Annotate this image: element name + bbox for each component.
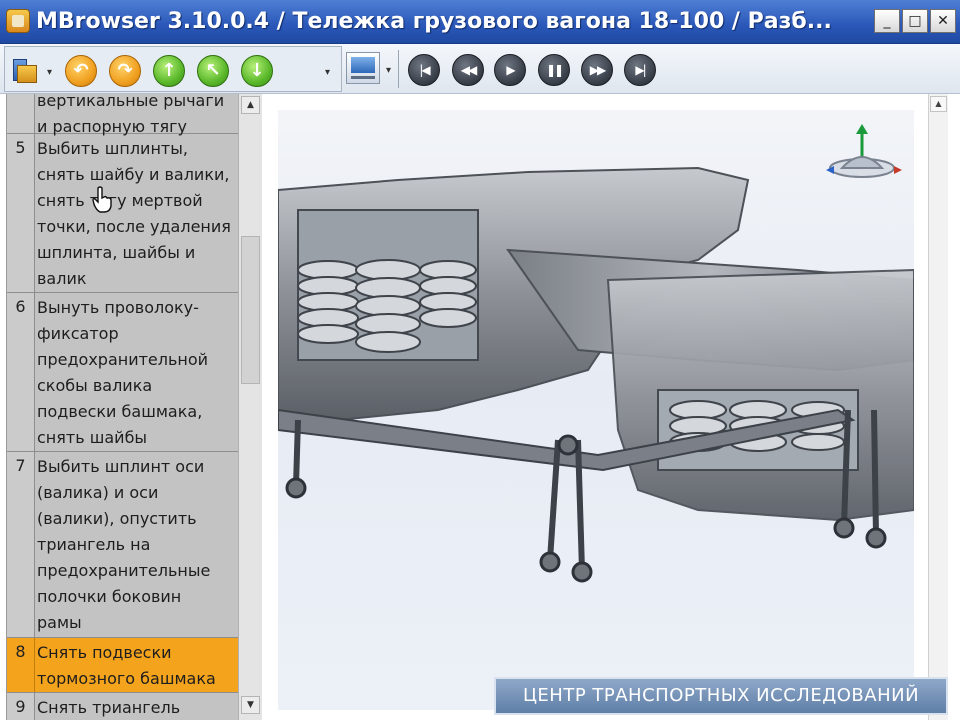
chevron-down-icon[interactable]: ▾: [325, 67, 330, 78]
window-controls: _ □ ✕: [874, 9, 956, 33]
skip-to-start-button[interactable]: |◀: [408, 54, 440, 86]
window-title: MBrowser 3.10.0.4 / Тележка грузового ва…: [36, 9, 832, 34]
list-item[interactable]: вертикальные рычаги и распорную тягу: [7, 94, 239, 136]
orientation-gizmo-icon[interactable]: [826, 124, 902, 178]
title-bar: MBrowser 3.10.0.4 / Тележка грузового ва…: [0, 0, 960, 44]
app-icon: [6, 9, 30, 33]
rewind-button[interactable]: ◀◀: [452, 54, 484, 86]
list-item-selected[interactable]: 8 Снять подвески тормозного башмака: [7, 638, 239, 693]
step-number: [7, 94, 35, 133]
step-number: 9: [7, 693, 35, 720]
scroll-down-arrow[interactable]: ▼: [241, 696, 260, 714]
list-item[interactable]: 7 Выбить шплинт оси (валика) и оси (вали…: [7, 452, 239, 638]
model-cube-icon[interactable]: [13, 55, 41, 85]
scroll-up-arrow[interactable]: ▲: [930, 96, 947, 112]
step-text: Выбить шплинты, снять шайбу и валики, сн…: [37, 139, 231, 288]
view-mode-icon[interactable]: [346, 52, 380, 84]
step-text: Снять подвески тормозного башмака: [37, 643, 216, 688]
step-number: 7: [7, 452, 35, 637]
list-item[interactable]: 6 Вынуть проволоку- фиксатор предохранит…: [7, 293, 239, 452]
3d-viewport[interactable]: [278, 110, 914, 710]
skip-to-end-button[interactable]: ▶|: [624, 54, 656, 86]
scroll-up-arrow[interactable]: ▲: [241, 96, 260, 114]
toolbar: ▾ ↶ ↷ ↑ ↖ ↓ ▾ ▾ |◀ ◀◀ ▶ ❚❚ ▶▶ ▶|: [0, 44, 960, 94]
hand-cursor-icon: [92, 186, 112, 213]
play-button[interactable]: ▶: [494, 54, 526, 86]
minimize-button[interactable]: _: [874, 9, 900, 33]
close-button[interactable]: ✕: [930, 9, 956, 33]
chevron-down-icon[interactable]: ▾: [47, 67, 52, 78]
arrow-up-button[interactable]: ↑: [153, 55, 185, 87]
list-scrollbar[interactable]: ▲ ▼: [238, 94, 262, 720]
step-number: 6: [7, 293, 35, 451]
undo-button[interactable]: ↶: [65, 55, 97, 87]
steps-list: вертикальные рычаги и распорную тягу 5 В…: [6, 94, 239, 720]
toolbar-navigation-group: ▾ ↶ ↷ ↑ ↖ ↓ ▾: [4, 46, 342, 92]
redo-button[interactable]: ↷: [109, 55, 141, 87]
step-number: 5: [7, 134, 35, 292]
step-text: Выбить шплинт оси (валика) и оси (валики…: [37, 457, 211, 632]
viewport-scrollbar[interactable]: ▲: [928, 94, 948, 720]
step-text: Вынуть проволоку- фиксатор предохранител…: [37, 298, 209, 447]
toolbar-separator: [398, 50, 399, 88]
list-item[interactable]: 9 Снять триангель: [7, 693, 239, 720]
arrow-down-button[interactable]: ↓: [241, 55, 273, 87]
maximize-button[interactable]: □: [902, 9, 928, 33]
bogie-model-render: [278, 124, 914, 583]
step-number: 8: [7, 638, 35, 692]
pause-button[interactable]: ❚❚: [538, 54, 570, 86]
scrollbar-thumb[interactable]: [241, 236, 260, 384]
footer-banner: ЦЕНТР ТРАНСПОРТНЫХ ИССЛЕДОВАНИЙ: [494, 677, 948, 715]
chevron-down-icon[interactable]: ▾: [386, 65, 391, 76]
step-text: Снять триангель: [37, 698, 181, 717]
arrow-up-left-button[interactable]: ↖: [197, 55, 229, 87]
list-item[interactable]: 5 Выбить шплинты, снять шайбу и валики, …: [7, 134, 239, 293]
fast-forward-button[interactable]: ▶▶: [581, 54, 613, 86]
